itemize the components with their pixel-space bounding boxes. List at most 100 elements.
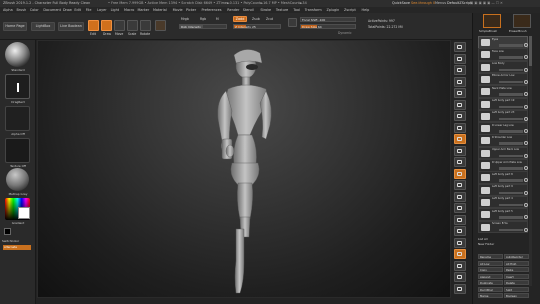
mrgb-button[interactable]: Mrgb — [181, 17, 189, 21]
visibility-eye-icon[interactable] — [524, 227, 528, 232]
home-page-button[interactable]: Home Page — [3, 22, 27, 31]
view-ghost-button[interactable] — [454, 260, 466, 271]
subtool-item[interactable]: Screen B 5a — [478, 220, 528, 233]
menu-item-alpha[interactable]: Alpha — [3, 8, 13, 12]
z-intensity-slider[interactable]: Z Intensity 25 — [233, 24, 281, 29]
rotate-button[interactable] — [140, 20, 151, 31]
menu-item-tool[interactable]: Tool — [293, 8, 300, 12]
view-solo-button[interactable] — [454, 272, 466, 282]
view-polyf-button[interactable] — [454, 237, 466, 248]
view-actual-button[interactable] — [454, 88, 466, 98]
rgb-button[interactable]: Rgb — [200, 17, 206, 21]
alternate-button[interactable]: Alternate — [3, 245, 31, 250]
material-icon[interactable] — [6, 168, 29, 191]
subtool-opacity-bar[interactable] — [499, 56, 523, 59]
subtool-opacity-bar[interactable] — [499, 80, 523, 84]
visibility-eye-icon[interactable] — [524, 79, 528, 84]
autoreorder-button[interactable]: AutoReorder — [504, 254, 529, 259]
subtool-opacity-bar[interactable] — [499, 154, 523, 158]
menu-item-texture[interactable]: Texture — [276, 8, 288, 12]
view-line-fill-button[interactable] — [454, 226, 466, 236]
view-rotate-button[interactable] — [454, 214, 466, 225]
rgb-intensity-slider[interactable]: Rgb Intensity — [179, 24, 227, 29]
menu-item-zplugin[interactable]: Zplugin — [326, 8, 339, 12]
zcut-button[interactable]: Zcut — [266, 17, 273, 21]
subtool-opacity-bar[interactable] — [499, 68, 523, 72]
zsub-button[interactable]: Zsub — [252, 17, 260, 21]
visibility-eye-icon[interactable] — [524, 55, 528, 60]
visibility-eye-icon[interactable] — [524, 104, 528, 109]
subtool-opacity-bar[interactable] — [499, 216, 523, 219]
view-move-button[interactable] — [454, 191, 466, 202]
visibility-eye-icon[interactable] — [524, 129, 528, 134]
view-bpr-button[interactable] — [454, 42, 466, 52]
split-button[interactable]: Split — [504, 286, 529, 292]
view-aahalf-button[interactable] — [454, 99, 466, 110]
view-l-sym-button[interactable] — [454, 157, 466, 167]
view-scroll-button[interactable] — [454, 65, 466, 75]
menu-item-preferences[interactable]: Preferences — [202, 8, 222, 12]
visibility-eye-icon[interactable] — [524, 166, 528, 170]
menu-item-help[interactable]: Help — [362, 8, 370, 12]
live-boolean-button[interactable]: Live Boolean — [58, 22, 84, 31]
list-all-button[interactable]: List All — [478, 237, 488, 241]
brush-icon[interactable] — [5, 42, 30, 67]
seethrough-slider[interactable]: See-through 0 — [411, 1, 435, 5]
subtool-opacity-bar[interactable] — [499, 179, 523, 182]
default-zscript-button[interactable]: DefaultZScript — [447, 1, 472, 5]
subtool-opacity-bar[interactable] — [499, 117, 523, 121]
visibility-eye-icon[interactable] — [524, 43, 528, 47]
alpha-icon[interactable] — [5, 106, 30, 131]
subtool-item[interactable]: Left body part 19 — [478, 97, 528, 110]
subtool-opacity-bar[interactable] — [499, 191, 523, 195]
view-xpose-button[interactable] — [454, 283, 466, 294]
edit-button[interactable] — [88, 20, 99, 31]
menu-item-stencil[interactable]: Stencil — [243, 8, 254, 12]
view-transp-button[interactable] — [454, 249, 466, 259]
copy-button[interactable]: Copy — [478, 267, 503, 272]
subtool-opacity-bar[interactable] — [499, 203, 523, 207]
menu-item-zscript[interactable]: Zscript — [344, 8, 356, 12]
append-button[interactable]: Append — [478, 273, 503, 279]
subtool-item[interactable]: R Lower Leg Low — [478, 122, 528, 135]
secondary-color[interactable] — [4, 228, 11, 235]
visibility-eye-icon[interactable] — [524, 141, 528, 146]
panel-scrollbar[interactable] — [529, 36, 532, 286]
merge-button[interactable]: Merge — [478, 293, 503, 298]
view-zoom3d-button[interactable] — [454, 203, 466, 213]
draw-size-slider[interactable]: Draw Size 64 — [300, 24, 356, 29]
subtool-item[interactable]: Elbow Armor Low — [478, 72, 528, 86]
menu-item-transform[interactable]: Transform — [305, 8, 322, 12]
switch-color-label[interactable]: SwitchColor — [2, 239, 22, 243]
menu-item-document[interactable]: Document — [43, 8, 61, 12]
subtool-item[interactable]: Left body part 5 — [478, 208, 528, 221]
view-xyz-button[interactable] — [454, 168, 466, 179]
view-persp-button[interactable] — [454, 122, 466, 133]
subtool-item[interactable]: Left body part 9 — [478, 183, 528, 197]
menu-item-render[interactable]: Render — [227, 8, 239, 12]
visibility-eye-icon[interactable] — [524, 116, 528, 121]
subtool-opacity-bar[interactable] — [499, 142, 523, 145]
subtool-item[interactable]: Low Body — [478, 60, 528, 74]
view-spix-3-button[interactable] — [454, 53, 466, 64]
quicksave-button[interactable]: QuickSave — [392, 1, 410, 5]
subtool-item[interactable]: Eyes — [478, 36, 528, 49]
visibility-eye-icon[interactable] — [524, 92, 528, 97]
simple-brush-icon[interactable] — [483, 14, 501, 28]
zadd-button[interactable]: Zadd — [233, 16, 247, 22]
menu-item-edit[interactable]: Edit — [74, 8, 81, 12]
menu-item-stroke[interactable]: Stroke — [260, 8, 271, 12]
menu-item-marker[interactable]: Marker — [138, 8, 150, 12]
insert-button[interactable]: Insert — [504, 273, 529, 279]
menu-item-file[interactable]: File — [86, 8, 92, 12]
window-icons[interactable]: ▣ ▣ ▣ ▣ ▣ — ☐ ✕ — [470, 1, 503, 5]
subtool-item[interactable]: Upper Arm Back Low — [478, 146, 528, 160]
subtool-opacity-bar[interactable] — [499, 93, 523, 96]
visibility-eye-icon[interactable] — [524, 215, 528, 220]
eraser-brush-icon[interactable] — [513, 14, 531, 28]
visibility-eye-icon[interactable] — [524, 202, 528, 207]
visibility-eye-icon[interactable] — [524, 153, 528, 158]
visibility-eye-icon[interactable] — [524, 178, 528, 183]
subtool-opacity-bar[interactable] — [499, 105, 523, 108]
focal-icon[interactable] — [288, 18, 297, 27]
